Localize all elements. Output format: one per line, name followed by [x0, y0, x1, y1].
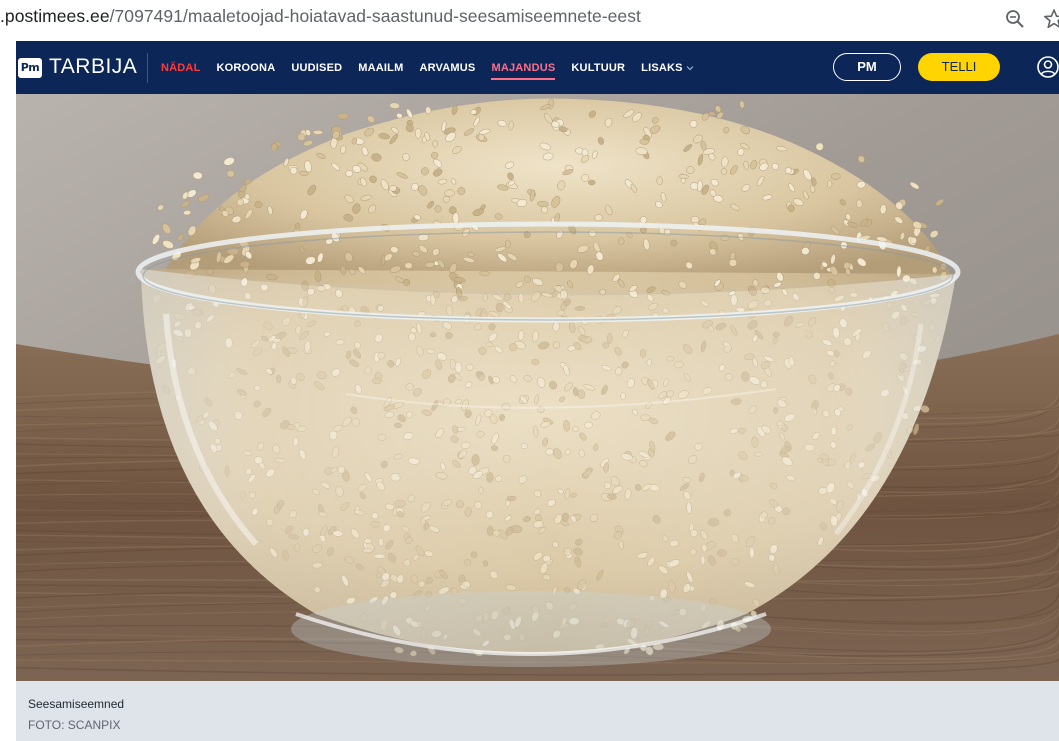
url-path: /7097491/maaletoojad-hoiatavad-saastunud…	[109, 6, 641, 26]
nav-item-lisaks[interactable]: LISAKS	[641, 62, 694, 74]
nav-item-koroona[interactable]: KOROONA	[217, 62, 276, 74]
url-host: .postimees.ee	[0, 6, 110, 26]
sesame-bowl-photo	[16, 94, 1059, 681]
caption-credit: FOTO: SCANPIX	[28, 718, 121, 732]
nav-divider	[147, 53, 148, 83]
article-hero-image[interactable]	[16, 94, 1059, 681]
nav-item-majandus[interactable]: MAJANDUS	[491, 62, 556, 80]
pm-button[interactable]: PM	[833, 53, 901, 81]
nav-item-maailm[interactable]: MAAILM	[358, 62, 403, 74]
zoom-out-icon[interactable]	[1005, 9, 1025, 29]
star-icon[interactable]	[1043, 8, 1059, 30]
section-brand[interactable]: TARBIJA	[49, 55, 137, 79]
caption-title: Seesamiseemned	[28, 697, 125, 711]
nav-item-lisaks-label: LISAKS	[641, 61, 683, 74]
url-text[interactable]: .postimees.ee/7097491/maaletoojad-hoiata…	[0, 6, 641, 27]
nav-item-arvamus[interactable]: ARVAMUS	[419, 62, 475, 74]
nav-item-nadal[interactable]: NÄDAL	[161, 62, 201, 74]
nav-item-kultuur[interactable]: KULTUUR	[571, 62, 625, 74]
nav-item-uudised[interactable]: UUDISED	[291, 62, 342, 74]
postimees-logo[interactable]: Pm	[18, 58, 42, 78]
user-circle-icon[interactable]	[1036, 55, 1059, 79]
subscribe-button[interactable]: TELLI	[918, 53, 1000, 81]
nav-menu: NÄDAL KOROONA UUDISED MAAILM ARVAMUS MAJ…	[161, 41, 710, 94]
image-caption: Seesamiseemned FOTO: SCANPIX	[16, 681, 1059, 741]
browser-address-bar[interactable]: .postimees.ee/7097491/maaletoojad-hoiata…	[0, 0, 1059, 38]
chevron-down-icon	[686, 65, 694, 70]
site-navigation: Pm TARBIJA NÄDAL KOROONA UUDISED MAAILM …	[16, 41, 1059, 94]
